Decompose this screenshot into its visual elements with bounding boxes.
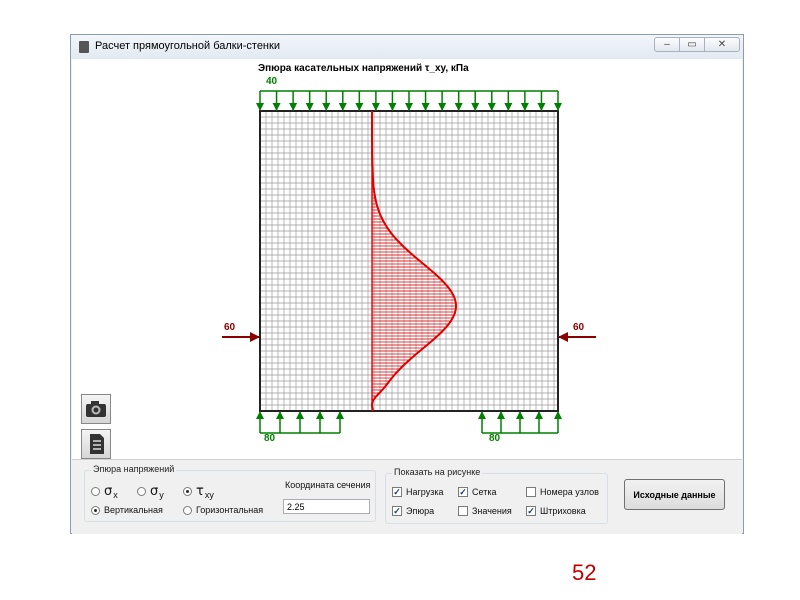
hatching-checkbox-label: Штриховка xyxy=(540,506,586,516)
horizontal-radio[interactable]: Горизонтальная xyxy=(183,505,263,515)
load-check-icon: ✓ xyxy=(392,487,402,497)
control-panel: Эпюра напряжений σ x σ y τ xy Вертикальн… xyxy=(72,459,742,534)
hatching-check-icon: ✓ xyxy=(526,506,536,516)
tau-xy-symbol: τ xyxy=(196,484,204,499)
page-number: 52 xyxy=(572,560,597,585)
title-bar: Расчет прямоугольной балки-стенки – ▭ ✕ xyxy=(71,35,743,59)
values-checkbox[interactable]: Значения xyxy=(458,506,512,516)
vertical-label: Вертикальная xyxy=(104,505,163,515)
section-coordinate-input[interactable] xyxy=(283,499,370,514)
section-coordinate-label: Координата сечения xyxy=(285,480,371,490)
top-load-value: 40 xyxy=(266,76,278,87)
sigma-y-radio[interactable]: σ y xyxy=(137,484,164,500)
sigma-y-radio-dot xyxy=(137,487,146,496)
sigma-x-symbol: σ xyxy=(104,484,113,499)
initial-data-button[interactable]: Исходные данные xyxy=(624,479,725,510)
hatching-checkbox[interactable]: ✓ Штриховка xyxy=(526,506,586,516)
epure-checkbox-label: Эпюра xyxy=(406,506,435,516)
drawing-area: Эпюра касательных напряжений τ_xy, кПа 4… xyxy=(72,59,742,459)
sigma-y-sub: y xyxy=(159,489,164,500)
epure-check-icon: ✓ xyxy=(392,506,402,516)
close-button[interactable]: ✕ xyxy=(704,37,740,52)
grid-check-icon: ✓ xyxy=(458,487,468,497)
bottom-left-load-value: 80 xyxy=(264,433,276,444)
app-window: Расчет прямоугольной балки-стенки – ▭ ✕ … xyxy=(70,34,744,534)
node-numbers-checkbox-label: Номера узлов xyxy=(540,487,599,497)
horizontal-radio-dot xyxy=(183,505,192,515)
plot-title: Эпюра касательных напряжений τ_xy, кПа xyxy=(258,63,469,74)
left-load-value: 60 xyxy=(224,322,236,333)
camera-button[interactable] xyxy=(81,394,111,424)
grid-checkbox[interactable]: ✓ Сетка xyxy=(458,487,496,497)
show-group-label: Показать на рисунке xyxy=(392,467,483,477)
right-load-value: 60 xyxy=(573,322,585,333)
tau-xy-radio[interactable]: τ xy xyxy=(183,484,214,500)
sigma-x-radio[interactable]: σ x xyxy=(91,484,118,500)
window-title: Расчет прямоугольной балки-стенки xyxy=(95,40,280,52)
horizontal-label: Горизонтальная xyxy=(196,505,264,515)
grid-checkbox-label: Сетка xyxy=(472,487,497,497)
load-checkbox[interactable]: ✓ Нагрузка xyxy=(392,487,443,497)
camera-icon xyxy=(86,401,106,417)
load-checkbox-label: Нагрузка xyxy=(406,487,444,497)
tau-xy-sub: xy xyxy=(204,489,214,500)
tau-xy-radio-dot xyxy=(183,487,192,496)
show-group: Показать на рисунке xyxy=(385,467,608,524)
values-checkbox-label: Значения xyxy=(472,506,512,516)
beam-plot: Эпюра касательных напряжений τ_xy, кПа 4… xyxy=(222,63,596,444)
bottom-right-load-value: 80 xyxy=(489,433,501,444)
sigma-x-radio-dot xyxy=(91,487,100,496)
document-button[interactable] xyxy=(81,429,111,459)
minimize-button[interactable]: – xyxy=(654,37,680,52)
sigma-y-symbol: σ xyxy=(150,484,159,499)
sigma-x-sub: x xyxy=(113,489,118,500)
maximize-button[interactable]: ▭ xyxy=(679,37,705,52)
epure-checkbox[interactable]: ✓ Эпюра xyxy=(392,506,434,516)
node-numbers-check-icon xyxy=(526,487,536,497)
node-numbers-checkbox[interactable]: Номера узлов xyxy=(526,487,599,497)
app-icon xyxy=(79,41,89,53)
stress-group-label: Эпюра напряжений xyxy=(91,464,177,474)
document-icon xyxy=(90,434,104,454)
values-check-icon xyxy=(458,506,468,516)
vertical-radio[interactable]: Вертикальная xyxy=(91,505,163,515)
vertical-radio-dot xyxy=(91,505,100,515)
